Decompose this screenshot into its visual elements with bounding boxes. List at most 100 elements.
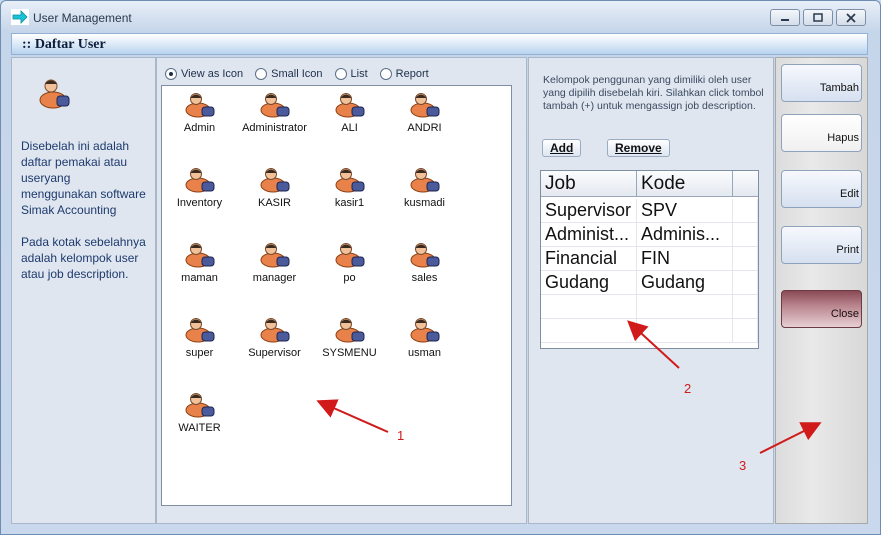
job-grid[interactable]: Job Kode Supervisor SPV Administ... Adminis… — [540, 170, 759, 349]
view-option-1[interactable]: Small Icon — [255, 68, 323, 80]
user-name: KASIR — [257, 197, 291, 209]
add-label: Add — [550, 141, 574, 155]
filler-cell — [733, 223, 758, 247]
annotation-label-2: 2 — [684, 381, 692, 396]
user-tile[interactable]: KASIR — [237, 161, 312, 231]
close-window-button[interactable] — [836, 9, 866, 26]
user-tile[interactable]: WAITER — [162, 386, 237, 456]
user-name: Supervisor — [248, 347, 301, 359]
user-tile[interactable]: ALI — [312, 86, 387, 156]
user-tile[interactable]: po — [312, 236, 387, 306]
column-header-kode[interactable]: Kode — [637, 171, 733, 197]
hapus-button[interactable]: Hapus — [781, 114, 862, 152]
user-icon — [335, 318, 364, 343]
user-icon — [260, 243, 289, 268]
user-icon — [185, 393, 214, 418]
remove-button[interactable]: Remove — [607, 139, 670, 157]
print-button[interactable]: Print — [781, 226, 862, 264]
add-button[interactable]: Add — [542, 139, 582, 157]
filler-cell — [733, 319, 758, 343]
info-panel: Disebelah ini adalah daftar pemakai atau… — [11, 57, 156, 524]
user-tile[interactable]: Supervisor — [237, 311, 312, 381]
job-cell: Supervisor — [541, 199, 637, 223]
user-icon — [185, 318, 214, 343]
user-icon — [260, 318, 289, 343]
remove-label: Remove — [615, 141, 662, 155]
edit-button[interactable]: Edit — [781, 170, 862, 208]
filler-cell — [733, 295, 758, 319]
radio-button[interactable] — [334, 68, 347, 80]
arrow-right-icon — [11, 9, 29, 25]
table-row[interactable] — [541, 319, 758, 343]
view-option-label: Report — [395, 68, 429, 80]
user-icon — [185, 168, 214, 193]
view-option-label: List — [350, 68, 368, 80]
user-icon — [260, 168, 289, 193]
user-icon — [335, 168, 364, 193]
user-name: WAITER — [178, 422, 221, 434]
user-tile[interactable]: maman — [162, 236, 237, 306]
kode-cell — [637, 295, 733, 319]
header-bar: :: Daftar User — [11, 33, 868, 55]
user-tile[interactable]: kasir1 — [312, 161, 387, 231]
user-tile[interactable]: Inventory — [162, 161, 237, 231]
kode-cell: FIN — [637, 247, 733, 271]
job-cell — [541, 295, 637, 319]
user-tile[interactable]: super — [162, 311, 237, 381]
radio-button[interactable] — [379, 68, 392, 80]
user-tile[interactable]: SYSMENU — [312, 311, 387, 381]
annotation-label-1: 1 — [397, 428, 405, 443]
filler-cell — [733, 247, 758, 271]
view-mode-options: View as Icon Small Icon List Report — [165, 68, 429, 80]
table-row[interactable] — [541, 295, 758, 319]
user-name: SYSMENU — [322, 347, 377, 359]
action-panel: Tambah Hapus Edit Print Close — [775, 57, 868, 524]
maximize-icon — [813, 12, 823, 22]
user-tile[interactable]: kusmadi — [387, 161, 462, 231]
user-tile[interactable]: Administrator — [237, 86, 312, 156]
table-row[interactable]: Gudang Gudang — [541, 271, 758, 295]
user-name: sales — [411, 272, 438, 284]
column-header-job[interactable]: Job — [541, 171, 637, 197]
kode-cell: SPV — [637, 199, 733, 223]
user-name: kasir1 — [334, 197, 365, 209]
user-icon — [410, 168, 439, 193]
user-name: super — [185, 347, 214, 359]
table-row[interactable]: Financial FIN — [541, 247, 758, 271]
user-tile[interactable]: Admin — [162, 86, 237, 156]
view-option-label: View as Icon — [181, 68, 244, 80]
info-description: Disebelah ini adalah daftar pemakai atau… — [21, 139, 146, 281]
user-list-panel: View as Icon Small Icon List Report Admin Ad… — [156, 57, 527, 524]
minimize-button[interactable] — [770, 9, 800, 26]
radio-button[interactable] — [255, 68, 268, 80]
user-name: ANDRI — [407, 122, 442, 134]
close-icon — [846, 12, 856, 23]
user-name: Admin — [183, 122, 216, 134]
table-row[interactable]: Administ... Adminis... — [541, 223, 758, 247]
annotation-label-3: 3 — [739, 458, 747, 473]
table-row[interactable]: Supervisor SPV — [541, 199, 758, 223]
page-title: :: Daftar User — [22, 37, 106, 52]
view-option-3[interactable]: Report — [379, 68, 429, 80]
user-name: Inventory — [176, 197, 223, 209]
user-tile[interactable]: manager — [237, 236, 312, 306]
user-name: usman — [407, 347, 442, 359]
kode-cell — [637, 319, 733, 343]
user-icon — [335, 243, 364, 268]
grid-header: Job Kode — [541, 171, 758, 197]
close-button[interactable]: Close — [781, 290, 862, 328]
user-icon — [185, 243, 214, 268]
maximize-button[interactable] — [803, 9, 833, 26]
user-icon — [185, 93, 214, 118]
user-tile[interactable]: usman — [387, 311, 462, 381]
view-option-0[interactable]: View as Icon — [165, 68, 243, 80]
user-tile[interactable]: ANDRI — [387, 86, 462, 156]
filler-cell — [733, 199, 758, 223]
minimize-icon — [781, 18, 789, 21]
tambah-button[interactable]: Tambah — [781, 64, 862, 102]
radio-button[interactable] — [165, 68, 177, 80]
title-bar: User Management — [1, 1, 880, 33]
user-tile[interactable]: sales — [387, 236, 462, 306]
user-icon-view[interactable]: Admin Administrator ALI ANDRI Inventory KASIR… — [161, 85, 512, 506]
view-option-2[interactable]: List — [334, 68, 368, 80]
